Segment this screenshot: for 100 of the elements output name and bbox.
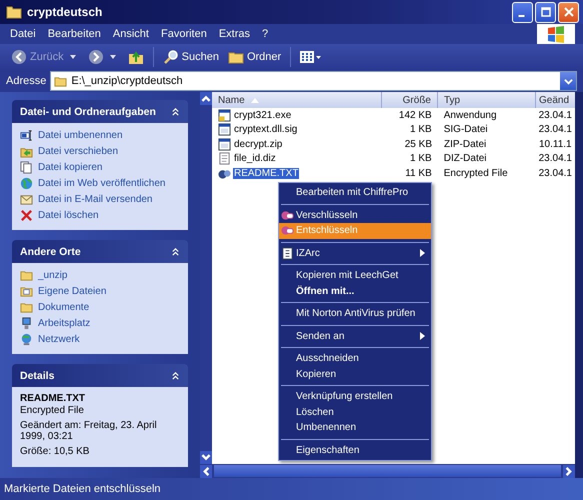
task-link[interactable]: Arbeitsplatz [38, 318, 90, 329]
table-cell-text: 11 KB [404, 168, 433, 179]
task-link[interactable]: Datei umbenennen [38, 130, 123, 141]
search-button[interactable]: Suchen [160, 47, 222, 67]
scrollbar[interactable] [200, 92, 212, 464]
table-cell-text: Anwendung [442, 110, 498, 121]
table-cell-text: 142 KB [398, 110, 433, 121]
close-button[interactable] [558, 2, 579, 22]
dropdown-arrow-icon[interactable] [110, 55, 116, 59]
scrollbar[interactable] [200, 464, 575, 478]
file-name[interactable]: README.TXT [233, 168, 300, 179]
menu-item[interactable]: Datei [4, 28, 42, 40]
folder-icon [6, 5, 22, 19]
file-name[interactable]: crypt321.exe [233, 110, 292, 121]
globe-icon [20, 177, 33, 190]
sort-arrow-icon [250, 98, 259, 102]
address-label: Adresse [6, 75, 46, 87]
file-name[interactable]: cryptext.dll.sig [233, 124, 298, 136]
window-title: cryptdeutsch [27, 5, 104, 19]
table-cell-text: 25 KB [404, 138, 433, 150]
table-cell-text: ZIP-Datei [443, 138, 488, 150]
pane-title[interactable]: Details [20, 370, 54, 382]
dropdown-arrow-icon[interactable] [70, 55, 76, 59]
delete-icon [20, 209, 33, 222]
submenu-arrow-icon [420, 249, 425, 258]
maximize-icon [540, 7, 550, 17]
task-link[interactable]: Datei kopieren [38, 162, 102, 173]
file-name[interactable]: decrypt.zip [233, 138, 284, 150]
menu-item[interactable]: Ansicht [106, 28, 155, 40]
table-cell-text: 10.11.1 [538, 138, 573, 150]
collapse-icon[interactable] [171, 107, 180, 116]
task-link[interactable]: _unzip [38, 270, 68, 281]
task-link[interactable]: Netzwerk [38, 334, 80, 345]
menu-item[interactable]: Umbenennen [279, 420, 431, 436]
file-icon [218, 123, 231, 136]
menu-item[interactable]: Verschlüsseln [279, 208, 431, 223]
menu-item[interactable]: Öffnen mit... [279, 284, 431, 299]
menu-item[interactable]: Verknüpfung erstellen [279, 389, 431, 404]
menu-item[interactable]: Kopieren [279, 366, 431, 382]
scroll-up-icon[interactable] [200, 92, 212, 105]
scroll-right-icon[interactable] [563, 464, 575, 478]
menu-item[interactable]: ? [256, 28, 274, 40]
collapse-icon[interactable] [171, 371, 180, 380]
task-link[interactable]: Datei im Web veröffentlichen [38, 178, 166, 189]
menu-item[interactable]: Mit Norton AntiVirus prüfen [279, 306, 431, 322]
table-cell-text: 23.04.1 [538, 124, 573, 136]
task-link[interactable]: Eigene Dateien [38, 286, 106, 297]
pages-icon [20, 161, 33, 174]
minimize-icon [518, 15, 524, 17]
table-cell-text: 1 KB [409, 153, 433, 164]
views-icon [300, 50, 322, 64]
computer-icon [20, 317, 33, 330]
menu-item[interactable]: Favoriten [154, 28, 213, 40]
menu-item[interactable]: Eigenschaften [279, 442, 431, 458]
scroll-down-icon[interactable] [200, 451, 212, 464]
archive-icon [281, 246, 294, 260]
menu-item[interactable]: Ausschneiden [279, 351, 431, 366]
menu-item[interactable]: Kopieren mit LeechGet [279, 268, 431, 284]
rename-icon [20, 129, 33, 142]
envelope-icon [20, 193, 33, 206]
task-link[interactable]: Datei löschen [38, 210, 99, 221]
task-link[interactable]: Datei verschieben [38, 146, 118, 157]
pane-title[interactable]: Andere Orte [20, 246, 81, 258]
menu-item[interactable]: Senden an [279, 328, 431, 344]
scroll-left-icon[interactable] [200, 464, 212, 478]
column-header[interactable]: Typ [438, 92, 536, 108]
menu-item[interactable]: Bearbeiten [42, 28, 107, 40]
column-header[interactable]: Geänd [536, 92, 575, 108]
menu-item[interactable]: Löschen [279, 404, 431, 420]
status-text: Markierte Dateien entschlüsseln [0, 478, 583, 500]
address-field[interactable]: E:\_unzip\cryptdeutsch [50, 71, 577, 91]
minimize-button[interactable] [512, 2, 533, 22]
text-file-icon [218, 152, 231, 166]
folder-icon [20, 301, 33, 314]
file-name[interactable]: file_id.diz [233, 153, 277, 164]
maximize-button[interactable] [535, 2, 556, 22]
file-name: README.TXT [20, 393, 86, 404]
table-cell-text: 23.04.1 [538, 110, 573, 121]
menu-item[interactable]: Bearbeiten mit ChiffrePro [279, 185, 431, 200]
program-icon [218, 108, 231, 122]
search-icon [162, 49, 179, 65]
folders-button[interactable]: Ordner [224, 47, 284, 67]
flag-icon [546, 25, 566, 43]
file-icon [218, 138, 231, 151]
menu-item[interactable]: IZArc [279, 246, 431, 261]
column-header[interactable]: Name [212, 92, 382, 108]
table-cell-text: DIZ-Datei [442, 153, 488, 164]
table-cell-text: 23.04.1 [538, 153, 573, 164]
network-icon [20, 333, 33, 346]
dropdown-button[interactable] [560, 72, 576, 90]
task-link[interactable]: Datei in E-Mail versenden [38, 194, 152, 205]
file-type: Encrypted File [20, 405, 85, 416]
folder-icon [20, 269, 33, 282]
submenu-arrow-icon [420, 332, 425, 340]
folder-document-icon [20, 285, 33, 298]
task-link[interactable]: Dokumente [38, 302, 90, 313]
collapse-icon[interactable] [171, 247, 180, 256]
menu-item[interactable]: Extras [212, 28, 256, 40]
column-header[interactable]: Größe [382, 92, 438, 108]
key-icon [281, 208, 294, 222]
